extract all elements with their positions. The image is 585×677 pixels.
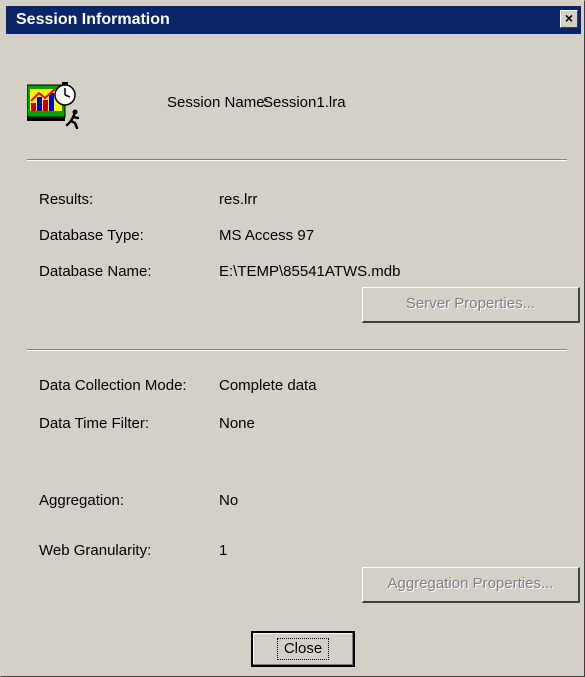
web-granularity-label: Web Granularity: bbox=[39, 542, 152, 559]
data-time-filter-label: Data Time Filter: bbox=[39, 415, 150, 432]
close-button[interactable]: Close bbox=[251, 631, 355, 667]
data-time-filter-value: None bbox=[219, 415, 255, 432]
session-name-label: Session Name: bbox=[167, 94, 269, 111]
separator-top bbox=[27, 159, 567, 161]
separator-bottom bbox=[27, 349, 567, 351]
data-collection-mode-value: Complete data bbox=[219, 377, 317, 394]
close-button-label: Close bbox=[276, 638, 330, 660]
data-collection-mode-label: Data Collection Mode: bbox=[39, 377, 187, 394]
session-information-dialog: Session Information × Session Name: Sess… bbox=[0, 0, 585, 677]
database-name-value: E:\TEMP\85541ATWS.mdb bbox=[219, 263, 401, 280]
aggregation-properties-button[interactable]: Aggregation Properties... bbox=[362, 567, 580, 603]
close-window-button[interactable]: × bbox=[560, 10, 578, 28]
results-value: res.lrr bbox=[219, 191, 258, 208]
database-type-value: MS Access 97 bbox=[219, 227, 315, 244]
session-name-value: Session1.lra bbox=[263, 94, 346, 111]
database-type-label: Database Type: bbox=[39, 227, 144, 244]
title-bar[interactable]: Session Information × bbox=[6, 6, 581, 34]
aggregation-value: No bbox=[219, 492, 239, 509]
web-granularity-value: 1 bbox=[219, 542, 228, 559]
aggregation-label: Aggregation: bbox=[39, 492, 125, 509]
window-title: Session Information bbox=[16, 11, 170, 28]
results-label: Results: bbox=[39, 191, 94, 208]
database-name-label: Database Name: bbox=[39, 263, 152, 280]
analysis-session-icon bbox=[27, 82, 80, 129]
server-properties-button[interactable]: Server Properties... bbox=[362, 287, 580, 323]
